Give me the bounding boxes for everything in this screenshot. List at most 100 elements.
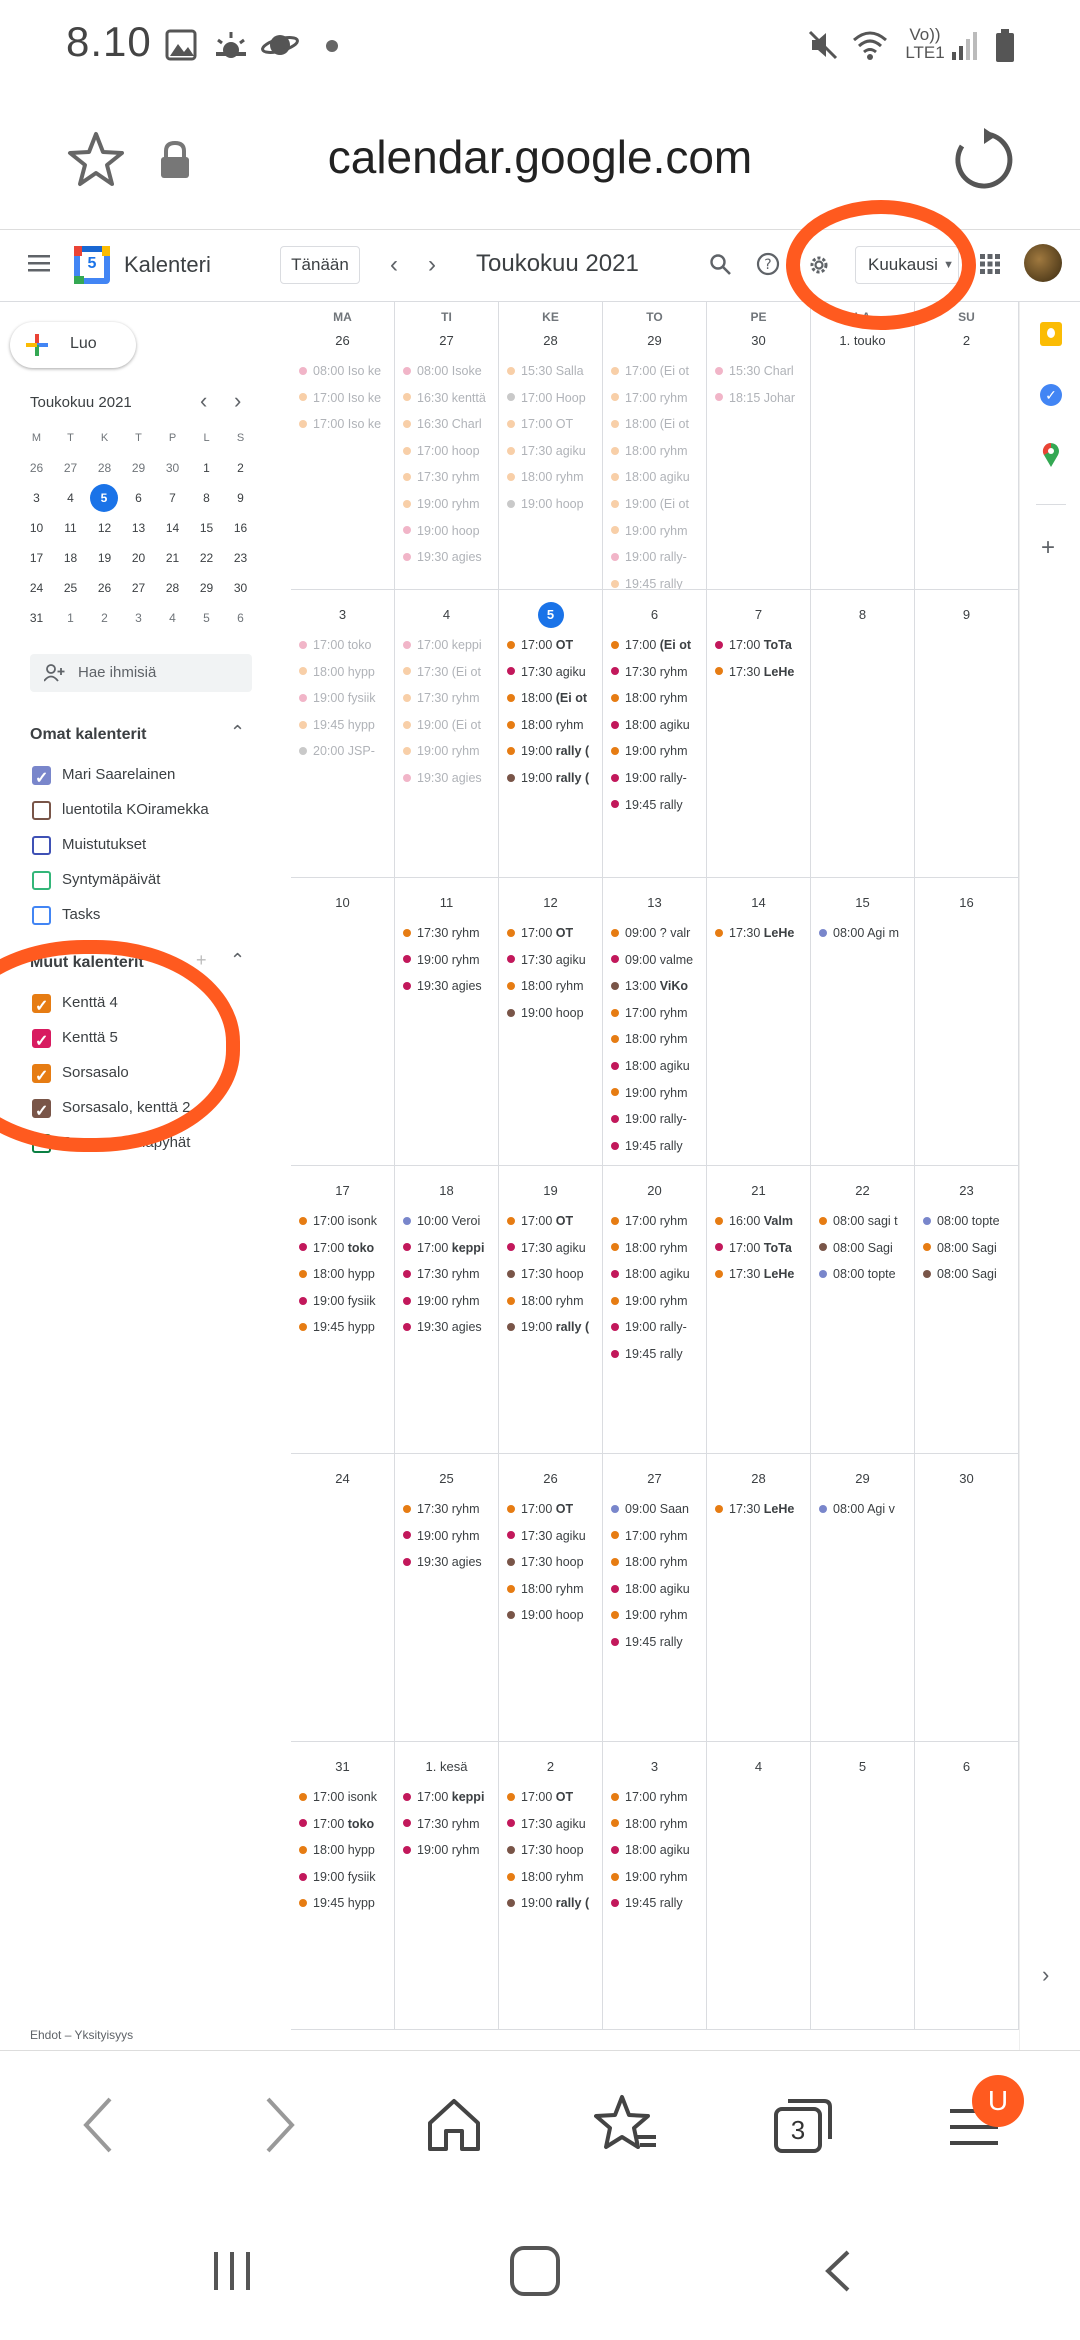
day-number[interactable]: 25 — [395, 1466, 498, 1492]
event-chip[interactable]: 15:30 Salla — [507, 358, 602, 384]
account-avatar[interactable] — [1024, 244, 1062, 282]
event-chip[interactable]: 17:00 ryhm — [611, 1000, 706, 1026]
mini-prev-icon[interactable]: ‹ — [200, 388, 207, 414]
event-chip[interactable]: 13:00 ViKo — [611, 973, 706, 999]
day-cell[interactable]: 7 17:00 ToTa 17:30 LeHe — [707, 590, 811, 878]
prev-month-icon[interactable]: ‹ — [390, 253, 398, 277]
event-chip[interactable]: 18:00 ryhm — [507, 712, 602, 738]
mini-day[interactable]: 29 — [122, 454, 155, 482]
event-chip[interactable]: 19:45 rally — [611, 1890, 706, 1916]
event-chip[interactable]: 17:00 Hoop — [507, 385, 602, 411]
calendar-item[interactable]: Tasks — [30, 898, 270, 932]
event-chip[interactable]: 19:30 agies — [403, 544, 498, 570]
day-cell[interactable]: 6 — [915, 1742, 1019, 2030]
day-cell[interactable]: 18 10:00 Veroi 17:00 keppi 17:30 ryhm 19:00 … — [395, 1166, 499, 1454]
event-chip[interactable]: 17:00 ryhm — [611, 1523, 706, 1549]
event-chip[interactable]: 17:30 ryhm — [611, 659, 706, 685]
day-number[interactable]: 19 — [499, 1178, 602, 1204]
event-chip[interactable]: 17:00 ToTa — [715, 632, 810, 658]
mini-day[interactable]: 31 — [20, 604, 53, 632]
event-chip[interactable]: 17:00 hoop — [403, 438, 498, 464]
day-number[interactable]: 1. kesä — [395, 1754, 498, 1780]
event-chip[interactable]: 08:00 Sagi — [819, 1235, 914, 1261]
event-chip[interactable]: 17:00 toko — [299, 1235, 394, 1261]
event-chip[interactable]: 19:45 hypp — [299, 1890, 394, 1916]
event-chip[interactable]: 17:00 keppi — [403, 1235, 498, 1261]
event-chip[interactable]: 19:00 hoop — [403, 518, 498, 544]
day-cell[interactable]: 24 — [291, 1454, 395, 1742]
event-chip[interactable]: 17:00 OT — [507, 411, 602, 437]
day-number[interactable]: 31 — [291, 1754, 394, 1780]
day-number[interactable]: 27 — [603, 1466, 706, 1492]
event-chip[interactable]: 19:00 ryhm — [611, 1288, 706, 1314]
day-number[interactable]: 30 — [915, 1466, 1018, 1492]
day-cell[interactable]: 3 17:00 ryhm 18:00 ryhm 18:00 agiku 19:00 ry… — [603, 1742, 707, 2030]
day-cell[interactable]: TI 27 08:00 Isoke 16:30 kenttä 16:30 Charl 17… — [395, 302, 499, 590]
event-chip[interactable]: 17:30 (Ei ot — [403, 659, 498, 685]
mini-day[interactable]: 3 — [122, 604, 155, 632]
day-number[interactable]: 8 — [811, 602, 914, 628]
collapse-other-calendars-icon[interactable]: ⌃ — [230, 950, 245, 971]
event-chip[interactable]: 17:30 hoop — [507, 1837, 602, 1863]
mini-day[interactable]: 26 — [20, 454, 53, 482]
day-cell[interactable]: 17 17:00 isonk 17:00 toko 18:00 hypp 19:00 f… — [291, 1166, 395, 1454]
event-chip[interactable]: 18:00 ryhm — [611, 438, 706, 464]
day-cell[interactable]: 5 17:00 OT 17:30 agiku 18:00 (Ei ot 18:00 ry… — [499, 590, 603, 878]
day-number[interactable]: 17 — [291, 1178, 394, 1204]
event-chip[interactable]: 19:00 ryhm — [403, 947, 498, 973]
day-number[interactable]: 12 — [499, 890, 602, 916]
next-month-icon[interactable]: › — [428, 253, 436, 277]
event-chip[interactable]: 19:00 (Ei ot — [403, 712, 498, 738]
mini-day[interactable]: 8 — [190, 484, 223, 512]
mini-day[interactable]: 10 — [20, 514, 53, 542]
reload-icon[interactable] — [952, 128, 1016, 197]
calendar-item[interactable]: Muistutukset — [30, 828, 270, 862]
mini-day[interactable]: 9 — [224, 484, 257, 512]
mini-day[interactable]: 21 — [156, 544, 189, 572]
expand-panel-icon[interactable]: › — [1042, 1962, 1049, 1988]
day-cell[interactable]: MA 26 08:00 Iso ke 17:00 Iso ke 17:00 Iso ke — [291, 302, 395, 590]
day-cell[interactable]: 11 17:30 ryhm 19:00 ryhm 19:30 agies — [395, 878, 499, 1166]
event-chip[interactable]: 18:00 ryhm — [507, 1288, 602, 1314]
add-calendar-icon[interactable]: + — [196, 950, 207, 971]
event-chip[interactable]: 17:00 (Ei ot — [611, 358, 706, 384]
event-chip[interactable]: 16:00 Valm — [715, 1208, 810, 1234]
mini-day[interactable]: 27 — [54, 454, 87, 482]
event-chip[interactable]: 17:00 (Ei ot — [611, 632, 706, 658]
day-cell[interactable]: LA 1. touko — [811, 302, 915, 590]
day-cell[interactable]: PE 30 15:30 Charl 18:15 Johar — [707, 302, 811, 590]
day-number[interactable]: 11 — [395, 890, 498, 916]
day-number[interactable]: 2 — [915, 328, 1018, 354]
event-chip[interactable]: 08:00 Iso ke — [299, 358, 394, 384]
event-chip[interactable]: 17:00 OT — [507, 1784, 602, 1810]
day-cell[interactable]: 23 08:00 topte 08:00 Sagi 08:00 Sagi — [915, 1166, 1019, 1454]
event-chip[interactable]: 17:00 Iso ke — [299, 385, 394, 411]
calendar-item[interactable]: Mari Saarelainen — [30, 758, 270, 796]
mini-day[interactable]: 25 — [54, 574, 87, 602]
event-chip[interactable]: 17:30 agiku — [507, 1235, 602, 1261]
day-number[interactable]: 16 — [915, 890, 1018, 916]
event-chip[interactable]: 17:30 LeHe — [715, 920, 810, 946]
event-chip[interactable]: 17:00 OT — [507, 1208, 602, 1234]
event-chip[interactable]: 08:00 Agi m — [819, 920, 914, 946]
event-chip[interactable]: 17:30 agiku — [507, 659, 602, 685]
day-number[interactable]: 27 — [395, 328, 498, 354]
day-cell[interactable]: 30 — [915, 1454, 1019, 1742]
mini-day[interactable]: 27 — [122, 574, 155, 602]
event-chip[interactable]: 08:00 sagi t — [819, 1208, 914, 1234]
mini-day[interactable]: 13 — [122, 514, 155, 542]
day-number[interactable]: 20 — [603, 1178, 706, 1204]
event-chip[interactable]: 19:30 agies — [403, 1314, 498, 1340]
event-chip[interactable]: 19:00 rally- — [611, 1314, 706, 1340]
mini-day[interactable]: 4 — [156, 604, 189, 632]
event-chip[interactable]: 17:00 OT — [507, 632, 602, 658]
event-chip[interactable]: 17:00 ryhm — [611, 1208, 706, 1234]
apps-grid-icon[interactable] — [980, 254, 1000, 279]
day-number[interactable]: 18 — [395, 1178, 498, 1204]
event-chip[interactable]: 18:00 ryhm — [507, 1576, 602, 1602]
day-number[interactable]: 10 — [291, 890, 394, 916]
day-number[interactable]: 28 — [707, 1466, 810, 1492]
event-chip[interactable]: 09:00 valme — [611, 947, 706, 973]
event-chip[interactable]: 17:00 OT — [507, 1496, 602, 1522]
event-chip[interactable]: 08:00 topte — [819, 1261, 914, 1287]
